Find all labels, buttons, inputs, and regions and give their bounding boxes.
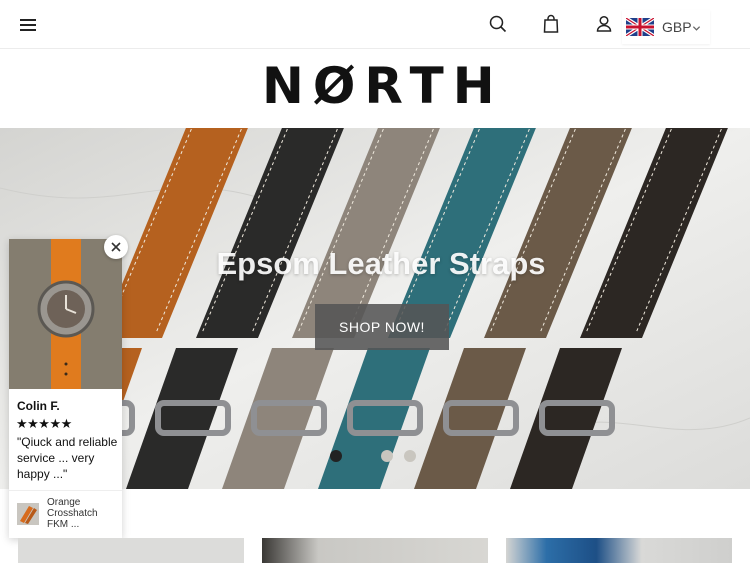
shopping-bag-icon[interactable] xyxy=(541,14,561,34)
brand-logo[interactable]: NØRTH xyxy=(262,60,495,112)
search-icon[interactable] xyxy=(488,14,508,34)
divider xyxy=(9,490,122,491)
hamburger-icon[interactable] xyxy=(20,17,38,31)
review-quote: "Qiuck and reliable service ... very hap… xyxy=(17,435,118,481)
review-popup[interactable]: Colin F. ★★★★★ "Qiuck and reliable servi… xyxy=(9,239,122,538)
logo-area: NØRTH xyxy=(0,48,750,128)
review-photo xyxy=(9,239,122,389)
product-card-3[interactable] xyxy=(506,538,732,563)
product-card-1[interactable] xyxy=(18,538,244,563)
star-rating: ★★★★★ xyxy=(16,416,72,431)
product-link[interactable]: Orange Crosshatch FKM ... xyxy=(47,497,119,530)
close-icon[interactable] xyxy=(104,235,128,259)
chevron-down-icon xyxy=(692,26,701,31)
shop-now-button[interactable]: SHOP NOW! xyxy=(315,304,449,350)
reviewer-name: Colin F. xyxy=(17,399,60,413)
product-card-2[interactable] xyxy=(262,538,488,563)
currency-code: GBP xyxy=(662,19,692,35)
product-thumbnail[interactable] xyxy=(17,503,39,525)
carousel-dot-1[interactable] xyxy=(330,450,342,462)
currency-selector[interactable]: GBP xyxy=(622,10,710,44)
carousel-dot-3[interactable] xyxy=(404,450,416,462)
uk-flag-icon xyxy=(626,18,654,36)
carousel-dot-2[interactable] xyxy=(381,450,393,462)
top-bar: GBP xyxy=(0,0,750,49)
user-icon[interactable] xyxy=(594,14,614,34)
